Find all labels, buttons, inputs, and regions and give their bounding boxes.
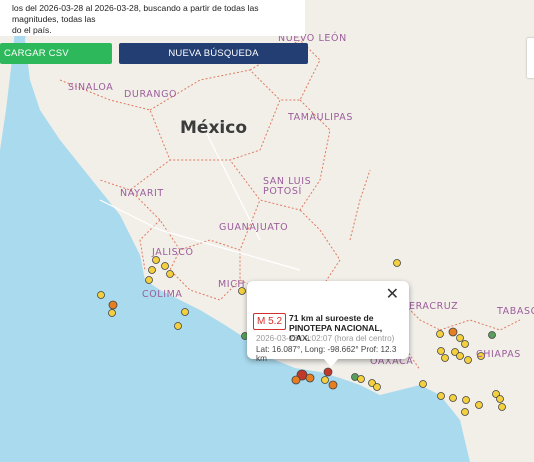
quake-marker	[148, 266, 156, 274]
search-summary: los del 2026-03-28 al 2026-03-28, buscan…	[0, 0, 305, 36]
state-label-nayarit: NAYARIT	[120, 188, 164, 199]
state-label-durango: DURANGO	[124, 89, 178, 100]
search-summary-line2: do el país.	[12, 25, 52, 35]
quake-marker	[161, 262, 169, 270]
quake-marker	[419, 380, 427, 388]
quake-marker	[328, 380, 338, 390]
state-label-chiapas: CHIAPAS	[476, 349, 521, 360]
state-label-jalisco: JALISCO	[152, 247, 194, 258]
quake-marker	[464, 356, 472, 364]
quake-marker	[321, 376, 329, 384]
quake-marker	[108, 300, 118, 310]
state-label-sinaloa: SINALOA	[68, 82, 114, 93]
quake-marker	[461, 340, 469, 348]
quake-marker	[373, 383, 381, 391]
quake-marker	[456, 334, 464, 342]
map-control[interactable]	[527, 38, 534, 78]
country-label: México	[180, 118, 247, 138]
quake-marker	[97, 291, 105, 299]
earthquake-popup: ✕ M 5.2 71 km al suroeste de PINOTEPA NA…	[247, 281, 409, 367]
magnitude-badge: M 5.2	[253, 313, 287, 330]
quake-marker	[441, 354, 449, 362]
quake-marker	[449, 394, 457, 402]
quake-marker	[393, 259, 401, 267]
search-summary-line1: los del 2026-03-28 al 2026-03-28, buscan…	[12, 3, 259, 24]
state-label-tabasco: TABASCO	[497, 306, 534, 317]
quake-marker	[181, 308, 189, 316]
popup-tip	[323, 358, 339, 367]
quake-marker	[448, 327, 458, 337]
quake-marker	[174, 322, 182, 330]
state-label-colima: COLIMA	[142, 289, 183, 300]
quake-marker	[291, 375, 301, 385]
quake-marker	[323, 367, 333, 377]
quake-marker	[108, 309, 116, 317]
state-label-veracruz: ERACRUZ	[409, 301, 459, 312]
quake-marker	[488, 331, 496, 339]
quake-marker	[461, 408, 469, 416]
quake-marker	[436, 330, 444, 338]
state-label-tamaulipas: TAMAULIPAS	[288, 112, 353, 123]
quake-marker	[437, 347, 445, 355]
quake-marker	[305, 373, 315, 383]
quake-marker	[456, 352, 464, 360]
quake-marker	[498, 403, 506, 411]
quake-marker	[475, 401, 483, 409]
quake-marker	[357, 375, 365, 383]
state-label-guanajuato: GUANAJUATO	[219, 222, 289, 233]
quake-marker	[496, 395, 504, 403]
new-search-button[interactable]: NUEVA BÚSQUEDA	[119, 43, 308, 64]
state-label-michoacan: MICH	[218, 279, 246, 290]
quake-marker	[437, 392, 445, 400]
quake-marker	[166, 270, 174, 278]
state-label-slp-2: POTOSÍ	[263, 186, 302, 197]
quake-marker	[145, 276, 153, 284]
download-csv-button[interactable]: CARGAR CSV	[0, 43, 112, 64]
quake-marker	[462, 396, 470, 404]
event-datetime: 2026-03-28 09:02:07 (hora del centro)	[256, 334, 395, 343]
epicenter-distance: 71 km al suroeste de	[289, 313, 374, 323]
close-icon[interactable]: ✕	[386, 287, 399, 303]
